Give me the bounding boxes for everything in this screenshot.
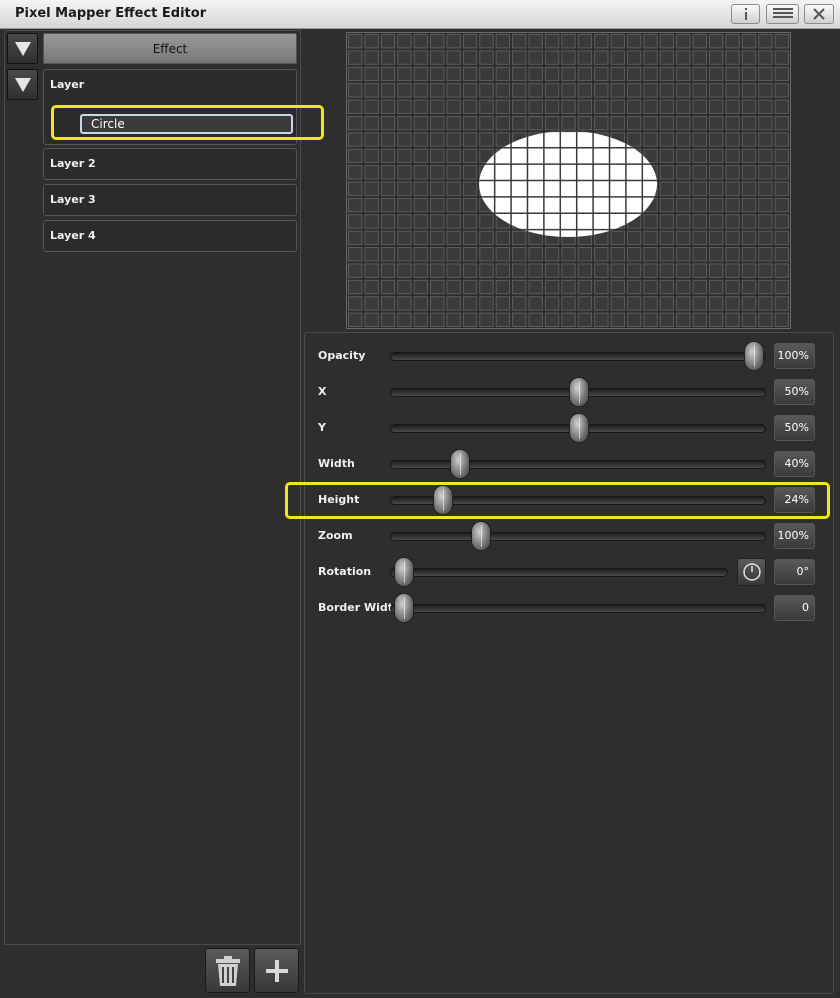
x-label: X — [318, 385, 327, 398]
pixel-preview — [346, 32, 791, 329]
y-value[interactable]: 50% — [774, 415, 815, 441]
info-icon — [744, 8, 747, 20]
layer-item-4[interactable]: Layer 4 — [43, 220, 297, 252]
width-slider[interactable] — [390, 460, 766, 469]
x-slider-handle[interactable] — [569, 377, 589, 407]
menu-icon — [772, 8, 793, 18]
opacity-slider-handle[interactable] — [744, 341, 764, 371]
layer-label: Layer 3 — [50, 193, 96, 206]
highlight-box-height — [285, 482, 830, 519]
border-width-slider[interactable] — [390, 604, 766, 613]
zoom-label: Zoom — [318, 529, 353, 542]
info-button[interactable] — [731, 4, 760, 24]
triangle-down-icon — [14, 41, 31, 56]
width-slider-handle[interactable] — [450, 449, 470, 479]
rotation-label: Rotation — [318, 565, 372, 578]
zoom-slider[interactable] — [390, 532, 766, 541]
rotation-slider[interactable] — [390, 568, 728, 577]
zoom-value[interactable]: 100% — [774, 523, 815, 549]
x-value[interactable]: 50% — [774, 379, 815, 405]
close-icon — [813, 8, 825, 20]
border-width-label: Border Width — [318, 601, 401, 614]
triangle-down-icon — [14, 77, 31, 92]
dial-icon — [742, 563, 761, 581]
rotation-dial-button[interactable] — [737, 558, 766, 586]
border-width-value[interactable]: 0 — [774, 595, 815, 621]
add-button[interactable] — [254, 948, 299, 993]
effect-header[interactable]: Effect — [43, 33, 297, 64]
rotation-slider-handle[interactable] — [394, 557, 414, 587]
zoom-slider-handle[interactable] — [471, 521, 491, 551]
highlight-box-shape — [51, 105, 324, 140]
trash-icon — [215, 955, 240, 986]
menu-button[interactable] — [766, 4, 799, 24]
pixel-grid — [348, 34, 789, 328]
layer-label: Layer 4 — [50, 229, 96, 242]
circle-shape — [479, 131, 657, 237]
close-button[interactable] — [804, 4, 834, 24]
title-bar: Pixel Mapper Effect Editor — [0, 0, 840, 29]
width-label: Width — [318, 457, 355, 470]
opacity-slider[interactable] — [390, 352, 766, 361]
layer-item-3[interactable]: Layer 3 — [43, 184, 297, 216]
rotation-value[interactable]: 0° — [774, 559, 815, 585]
layer-item-2[interactable]: Layer 2 — [43, 148, 297, 180]
layer-label: Layer 2 — [50, 157, 96, 170]
collapse-effect-button[interactable] — [7, 33, 38, 64]
opacity-label: Opacity — [318, 349, 366, 362]
layer-label: Layer — [50, 78, 85, 91]
delete-button[interactable] — [205, 948, 250, 993]
window-title: Pixel Mapper Effect Editor — [15, 6, 207, 21]
opacity-value[interactable]: 100% — [774, 343, 815, 369]
width-value[interactable]: 40% — [774, 451, 815, 477]
collapse-layer-button[interactable] — [7, 69, 38, 100]
y-slider-handle[interactable] — [569, 413, 589, 443]
y-label: Y — [318, 421, 326, 434]
plus-icon — [265, 959, 288, 982]
border-width-slider-handle[interactable] — [394, 593, 414, 623]
